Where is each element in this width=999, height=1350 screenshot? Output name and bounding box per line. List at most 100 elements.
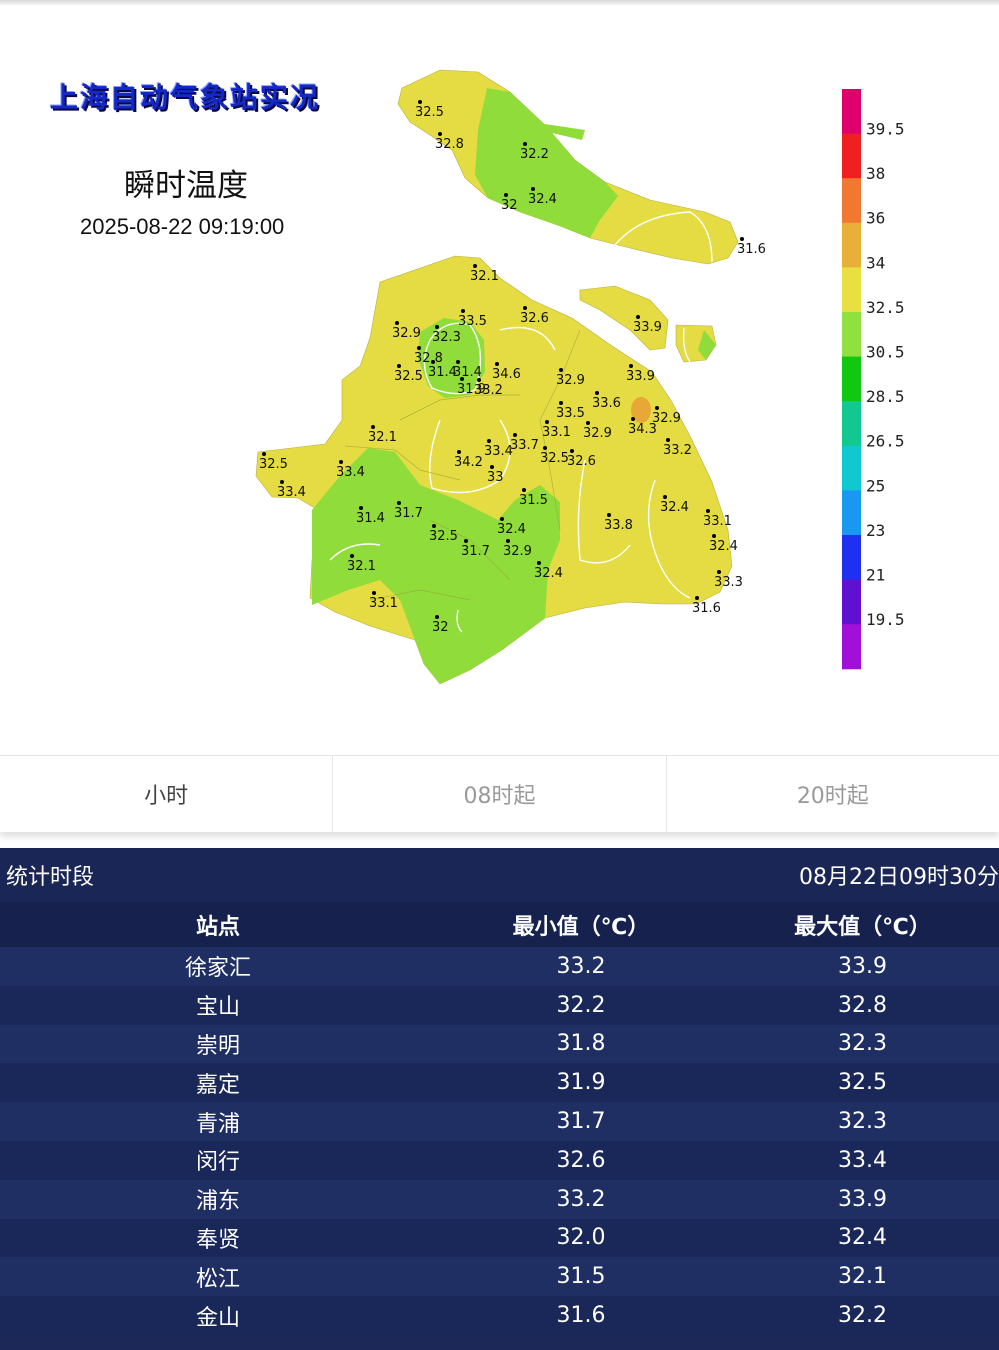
table-header-row: 站点 最小值（℃） 最大值（℃） bbox=[0, 902, 999, 947]
station-value: 33.1 bbox=[542, 425, 571, 440]
cell-max: 32.2 bbox=[726, 1296, 999, 1335]
station-value: 33.9 bbox=[633, 320, 662, 335]
station-value: 32.9 bbox=[583, 426, 612, 441]
station-value: 33.2 bbox=[663, 443, 692, 458]
column-header-max: 最大值（℃） bbox=[726, 902, 999, 947]
cell-max: 32.5 bbox=[726, 1063, 999, 1103]
cell-station: 崇明 bbox=[0, 1024, 436, 1064]
station-dot bbox=[513, 433, 517, 437]
legend-label: 36 bbox=[866, 209, 885, 228]
station-dot bbox=[359, 506, 363, 510]
period-label: 统计时段 bbox=[6, 865, 95, 890]
station-value: 33.3 bbox=[714, 575, 743, 590]
legend-swatch bbox=[842, 401, 861, 447]
station-dot bbox=[523, 142, 527, 146]
station-dot bbox=[537, 561, 541, 565]
station-dot bbox=[523, 306, 527, 310]
cell-station: 闵行 bbox=[0, 1140, 436, 1180]
station-value: 31.6 bbox=[737, 242, 766, 257]
station-dot bbox=[717, 570, 721, 574]
station-value: 31.7 bbox=[461, 544, 490, 559]
cell-station: 徐家汇 bbox=[0, 947, 436, 986]
legend-swatch bbox=[842, 624, 861, 670]
table-row: 浦东 33.2 33.9 bbox=[0, 1179, 999, 1219]
table-row: 闵行 32.6 33.4 bbox=[0, 1140, 999, 1180]
cell-min: 32.2 bbox=[436, 985, 726, 1025]
tab-since-08[interactable]: 08时起 bbox=[333, 756, 667, 832]
legend-label: 34 bbox=[866, 253, 885, 272]
station-value: 34.6 bbox=[492, 367, 521, 382]
station-dot bbox=[456, 360, 460, 364]
color-legend-bar bbox=[842, 89, 861, 670]
station-dot bbox=[371, 425, 375, 429]
legend-label: 25 bbox=[866, 476, 885, 495]
cell-station: 青浦 bbox=[0, 1102, 436, 1141]
legend-label: 32.5 bbox=[866, 298, 905, 317]
cell-max: 32.4 bbox=[726, 1218, 999, 1258]
cell-min: 33.2 bbox=[436, 947, 726, 986]
station-value: 31.4 bbox=[453, 365, 482, 380]
station-value: 32.8 bbox=[435, 137, 464, 152]
station-value: 32.9 bbox=[556, 373, 585, 388]
station-dot bbox=[397, 501, 401, 505]
statistics-table-panel: 统计时段 08月22日09时30分 站点 最小值（℃） 最大值（℃） 徐家汇 33… bbox=[0, 848, 999, 1350]
map-timestamp: 2025-08-22 09:19:00 bbox=[80, 214, 285, 239]
station-dot bbox=[559, 368, 563, 372]
legend-swatch bbox=[842, 222, 861, 268]
station-value: 33.2 bbox=[474, 383, 503, 398]
station-dot bbox=[636, 315, 640, 319]
station-dot bbox=[457, 450, 461, 454]
station-dot bbox=[350, 554, 354, 558]
legend-label: 28.5 bbox=[866, 387, 905, 406]
station-value: 33.5 bbox=[458, 314, 487, 329]
cell-max: 33.4 bbox=[726, 1140, 999, 1180]
station-value: 33.4 bbox=[336, 465, 365, 480]
station-dot bbox=[473, 264, 477, 268]
station-dot bbox=[490, 465, 494, 469]
station-value: 31.7 bbox=[394, 506, 423, 521]
station-value: 32.5 bbox=[394, 369, 423, 384]
station-value: 33.6 bbox=[592, 396, 621, 411]
station-value: 32.5 bbox=[540, 451, 569, 466]
tab-hourly[interactable]: 小时 bbox=[0, 756, 334, 832]
station-dot bbox=[431, 360, 435, 364]
legend-swatch bbox=[842, 178, 861, 224]
station-value: 32.3 bbox=[432, 330, 461, 345]
legend-label: 23 bbox=[866, 521, 885, 540]
cell-max: 33.9 bbox=[726, 947, 999, 986]
legend-label: 26.5 bbox=[866, 432, 905, 451]
stats-period-row: 统计时段 08月22日09时30分 bbox=[0, 848, 999, 902]
station-value: 32.4 bbox=[709, 539, 738, 554]
station-value: 32.5 bbox=[259, 457, 288, 472]
station-dot bbox=[495, 362, 499, 366]
cell-min: 31.9 bbox=[436, 1063, 726, 1103]
legend-swatch bbox=[842, 356, 861, 402]
legend-swatch bbox=[842, 267, 861, 313]
station-dot bbox=[339, 460, 343, 464]
legend-swatch bbox=[842, 445, 861, 491]
table-row: 崇明 31.8 32.3 bbox=[0, 1024, 999, 1064]
station-dot bbox=[460, 377, 464, 381]
variable-name: 瞬时温度 bbox=[124, 168, 248, 204]
cell-max: 32.3 bbox=[726, 1024, 999, 1064]
cell-station: 松江 bbox=[0, 1257, 436, 1297]
cell-min: 31.8 bbox=[436, 1024, 726, 1064]
tab-since-20[interactable]: 20时起 bbox=[667, 756, 999, 832]
legend-swatch bbox=[842, 89, 861, 135]
station-value: 32.6 bbox=[520, 311, 549, 326]
station-dot bbox=[559, 401, 563, 405]
chongming-green-zone bbox=[475, 88, 618, 238]
legend-label: 19.5 bbox=[866, 610, 905, 629]
station-value: 32.1 bbox=[470, 269, 499, 284]
station-dot bbox=[506, 539, 510, 543]
cell-station: 浦东 bbox=[0, 1179, 436, 1219]
cell-station: 嘉定 bbox=[0, 1063, 436, 1103]
station-dot bbox=[500, 517, 504, 521]
station-dot bbox=[522, 488, 526, 492]
station-dot bbox=[477, 378, 481, 382]
station-value: 31.4 bbox=[356, 511, 385, 526]
stats-table: 站点 最小值（℃） 最大值（℃） 徐家汇 33.2 33.9 宝山 32.2 32.8 崇明… bbox=[0, 902, 999, 1335]
station-value: 32.1 bbox=[347, 559, 376, 574]
station-dot bbox=[631, 417, 635, 421]
station-value: 32.4 bbox=[660, 500, 689, 515]
